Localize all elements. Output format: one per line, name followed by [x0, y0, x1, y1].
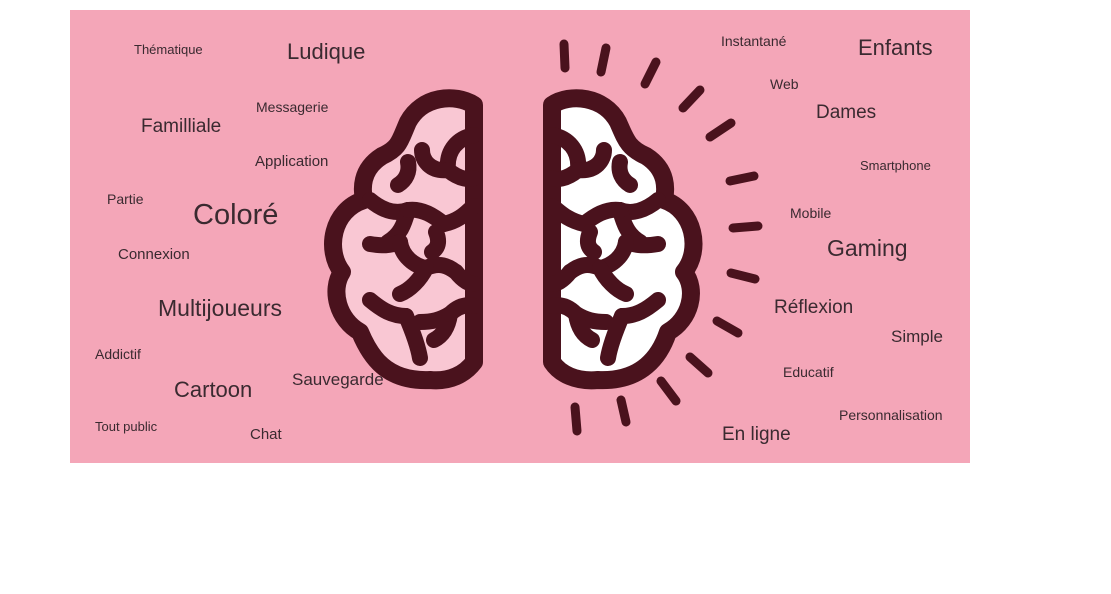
right-hemisphere — [543, 89, 703, 390]
word-cloud-banner: Thématique Ludique Familliale Messagerie… — [70, 10, 970, 463]
left-hemisphere — [324, 89, 483, 390]
brain-icon — [324, 39, 763, 436]
